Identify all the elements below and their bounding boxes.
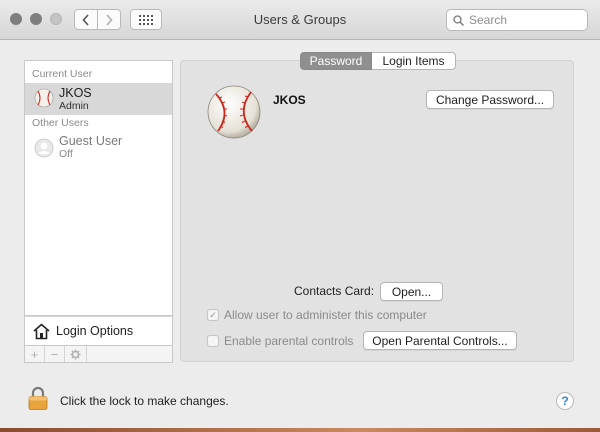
tab-login-items[interactable]: Login Items: [372, 52, 456, 70]
panel-username: JKOS: [273, 93, 306, 107]
login-options-label: Login Options: [56, 324, 134, 338]
lock-message: Click the lock to make changes.: [60, 394, 229, 408]
desktop-edge: [0, 428, 600, 432]
user-row-guest[interactable]: Guest User Off: [25, 131, 172, 163]
open-parental-controls-button[interactable]: Open Parental Controls...: [363, 331, 517, 350]
add-user-button[interactable]: +: [25, 346, 45, 362]
search-icon: [453, 14, 464, 26]
help-button[interactable]: ?: [556, 392, 574, 410]
parental-controls-checkbox[interactable]: [207, 335, 219, 347]
other-users-header: Other Users: [32, 117, 89, 129]
allow-admin-row: ✓ Allow user to administer this computer: [207, 308, 427, 322]
remove-user-button[interactable]: −: [45, 346, 65, 362]
user-name: Guest User: [59, 134, 123, 148]
user-avatar-icon[interactable]: [206, 84, 262, 140]
open-contacts-button[interactable]: Open...: [380, 282, 443, 301]
user-role: Admin: [59, 100, 89, 112]
tab-password[interactable]: Password: [300, 52, 372, 70]
user-role: Off: [59, 148, 73, 160]
user-name: JKOS: [59, 86, 92, 100]
parental-controls-row: Enable parental controls: [207, 334, 353, 348]
action-menu-button[interactable]: [65, 346, 87, 362]
allow-admin-checkbox[interactable]: ✓: [207, 309, 219, 321]
baseball-avatar-icon: [34, 88, 54, 108]
title-bar: Users & Groups: [0, 0, 600, 40]
contacts-card-label: Contacts Card:: [294, 284, 375, 298]
lock-icon[interactable]: [28, 386, 48, 410]
window: Users & Groups Current User JKOS Admin O…: [0, 0, 600, 432]
login-options-item[interactable]: Login Options: [24, 316, 173, 346]
search-input[interactable]: [469, 13, 579, 27]
user-row-jkos[interactable]: JKOS Admin: [25, 83, 172, 115]
house-icon: [33, 322, 50, 339]
guest-avatar-icon: [34, 138, 54, 158]
search-field[interactable]: [446, 9, 588, 31]
change-password-button[interactable]: Change Password...: [426, 90, 554, 109]
current-user-header: Current User: [32, 68, 93, 80]
allow-admin-label: Allow user to administer this computer: [224, 308, 427, 322]
parental-controls-label: Enable parental controls: [224, 334, 354, 348]
tab-bar: Password Login Items: [300, 52, 456, 70]
users-sidebar: Current User JKOS Admin Other Users Gues…: [24, 60, 173, 316]
sidebar-controls: + −: [24, 346, 173, 363]
gear-icon: [70, 348, 81, 360]
